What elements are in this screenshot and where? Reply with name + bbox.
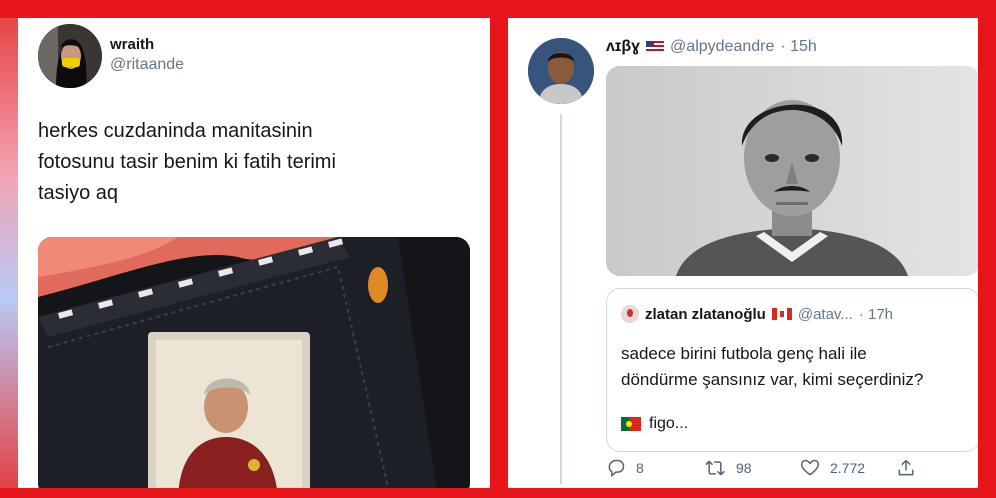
avatar[interactable] xyxy=(38,24,102,88)
tweet-media-image[interactable] xyxy=(606,66,978,276)
retweet-count: 98 xyxy=(736,460,752,476)
us-flag-icon xyxy=(646,41,665,53)
display-name[interactable]: wraith xyxy=(110,36,154,53)
user-handle[interactable]: @ritaande xyxy=(110,56,184,74)
heart-icon xyxy=(800,459,820,476)
quoted-tweet-text: sadece birini futbola genç hali ile dönd… xyxy=(621,344,924,389)
share-icon xyxy=(898,459,914,476)
retweet-icon xyxy=(705,460,725,476)
wallet-photo-icon xyxy=(38,237,470,488)
right-tweet-card: ʌɪβɣ @alpydeandre · 15h zlatan zlatanoğl… xyxy=(508,18,978,488)
user-handle: @atav... xyxy=(797,305,853,323)
like-button[interactable]: 2.772 xyxy=(800,458,865,478)
reply-icon xyxy=(608,459,625,478)
tweet-header: ʌɪβɣ @alpydeandre · 15h xyxy=(606,38,817,56)
quoted-tweet[interactable]: zlatan zlatanoğlu @atav... · 17h sadece … xyxy=(606,288,978,452)
portugal-flag-icon xyxy=(621,417,641,431)
avatar xyxy=(621,305,639,323)
tweet-actions: 8 98 2.772 xyxy=(606,458,926,482)
reply-text: figo... xyxy=(649,415,689,432)
profile-photo-icon xyxy=(528,38,594,104)
frame-right xyxy=(978,0,996,498)
display-name[interactable]: ʌɪβɣ xyxy=(606,38,640,56)
quoted-tweet-header: zlatan zlatanoğlu @atav... · 17h xyxy=(621,305,893,323)
retweet-button[interactable]: 98 xyxy=(704,458,752,478)
share-button[interactable] xyxy=(896,458,916,478)
frame-middle xyxy=(490,0,508,498)
profile-photo-icon xyxy=(627,309,633,317)
tweet-media-image[interactable] xyxy=(38,237,470,488)
tweet-text: herkes cuzdaninda manitasinin fotosunu t… xyxy=(38,120,336,204)
footballer-portrait-icon xyxy=(606,66,978,276)
display-name: zlatan zlatanoğlu xyxy=(645,305,766,323)
avatar[interactable] xyxy=(528,38,594,104)
tweet-time: · 17h xyxy=(858,305,894,323)
profile-photo-icon xyxy=(38,24,102,88)
quoted-reply-line: figo... xyxy=(621,415,688,433)
user-handle[interactable]: @alpydeandre xyxy=(670,38,774,56)
thread-line xyxy=(560,114,562,484)
left-tweet-card: wraith @ritaande herkes cuzdaninda manit… xyxy=(18,18,490,488)
canada-flag-icon xyxy=(771,308,792,320)
like-count: 2.772 xyxy=(830,460,866,476)
tweet-time[interactable]: · 15h xyxy=(780,38,816,56)
reply-button[interactable]: 8 xyxy=(606,458,644,478)
reply-count: 8 xyxy=(636,460,644,476)
